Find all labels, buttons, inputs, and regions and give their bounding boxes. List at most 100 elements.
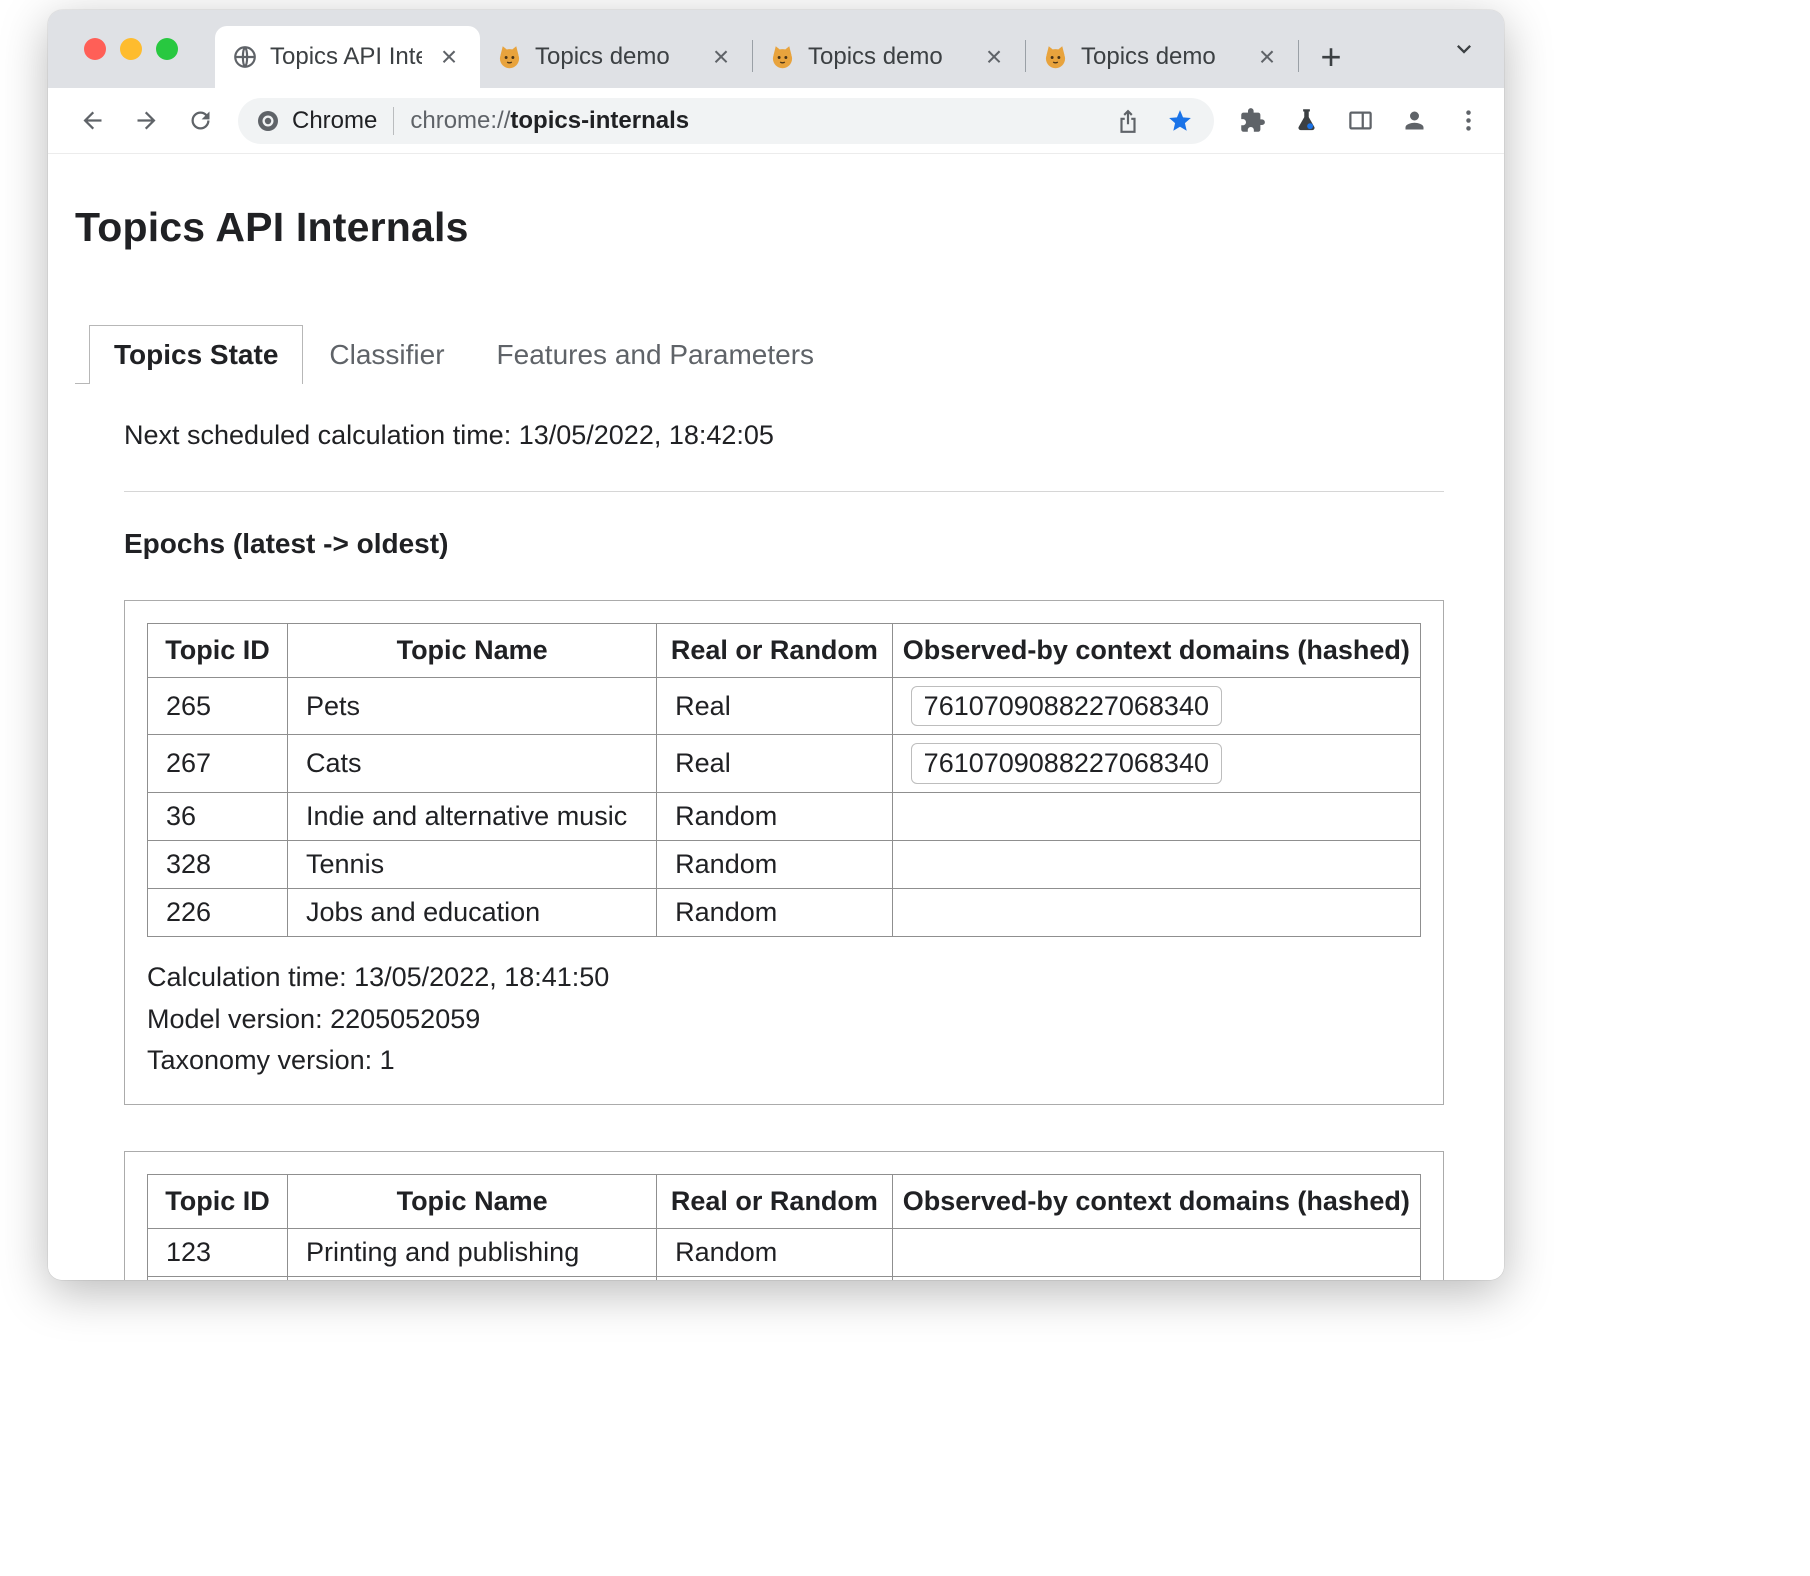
close-tab-icon[interactable]: ×: [434, 42, 464, 72]
new-tab-button[interactable]: +: [1309, 35, 1353, 79]
extensions-button[interactable]: [1228, 97, 1276, 145]
next-calculation-text: Next scheduled calculation time: 13/05/2…: [124, 420, 1444, 451]
close-window-button[interactable]: [84, 38, 106, 60]
page-tab-bar: Topics State Classifier Features and Par…: [89, 325, 1444, 384]
observed-domains-cell: 7610709088227068340: [892, 678, 1420, 735]
tab-title: Topics demo: [808, 43, 967, 71]
puzzle-icon: [1239, 107, 1266, 134]
topic-name-cell: Cats: [288, 735, 657, 792]
forward-button[interactable]: [122, 97, 170, 145]
topic-name-cell: Tennis: [288, 840, 657, 888]
topics-table-2: Topic ID Topic Name Real or Random Obser…: [147, 1174, 1421, 1280]
topic-name-cell: Fibre and textile arts: [288, 1277, 657, 1280]
table-header-row: Topic ID Topic Name Real or Random Obser…: [148, 1175, 1421, 1229]
topic-id-cell: 123: [148, 1229, 288, 1277]
col-observed-domains: Observed-by context domains (hashed): [892, 624, 1420, 678]
address-bar[interactable]: Chrome chrome://topics-internals: [238, 98, 1214, 144]
flask-icon: [1293, 107, 1320, 134]
tab-title: Topics demo: [1081, 43, 1240, 71]
tab-topics-state[interactable]: Topics State: [89, 325, 303, 384]
close-tab-icon[interactable]: ×: [706, 42, 736, 72]
side-panel-button[interactable]: [1336, 97, 1384, 145]
omnibox-divider: [393, 107, 394, 135]
topic-id-cell: 328: [148, 840, 288, 888]
observed-domains-cell: 7610709088227068340: [892, 735, 1420, 792]
close-tab-icon[interactable]: ×: [1252, 42, 1282, 72]
col-real-or-random: Real or Random: [657, 1175, 893, 1229]
real-or-random-cell: Random: [657, 840, 893, 888]
star-icon: [1167, 108, 1193, 134]
topic-name-cell: Indie and alternative music: [288, 792, 657, 840]
col-real-or-random: Real or Random: [657, 624, 893, 678]
reload-button[interactable]: [176, 97, 224, 145]
table-row: 123 Printing and publishing Random: [148, 1229, 1421, 1277]
real-or-random-cell: Random: [657, 1229, 893, 1277]
real-or-random-cell: Real: [657, 678, 893, 735]
col-topic-id: Topic ID: [148, 1175, 288, 1229]
divider: [124, 491, 1444, 492]
col-observed-domains: Observed-by context domains (hashed): [892, 1175, 1420, 1229]
tab-strip: Topics API Internals × Topics demo ×: [48, 10, 1504, 88]
tab-topics-demo-1[interactable]: Topics demo ×: [480, 26, 752, 88]
bookmark-star-button[interactable]: [1160, 101, 1200, 141]
observed-domains-cell: [892, 1277, 1420, 1280]
topic-id-cell: 226: [148, 888, 288, 936]
avatar-icon: [1401, 107, 1428, 134]
real-or-random-cell: Random: [657, 888, 893, 936]
topic-id-cell: 200: [148, 1277, 288, 1280]
table-row: 226 Jobs and education Random: [148, 888, 1421, 936]
side-panel-icon: [1347, 107, 1374, 134]
epoch-metadata: Calculation time: 13/05/2022, 18:41:50 M…: [147, 957, 1421, 1083]
taxonomy-version-text: Taxonomy version: 1: [147, 1040, 1421, 1082]
model-version-text: Model version: 2205052059: [147, 999, 1421, 1041]
minimize-window-button[interactable]: [120, 38, 142, 60]
tab-classifier[interactable]: Classifier: [303, 326, 470, 384]
forward-icon: [133, 107, 160, 134]
close-tab-icon[interactable]: ×: [979, 42, 1009, 72]
epoch-panel-2: Topic ID Topic Name Real or Random Obser…: [124, 1151, 1444, 1280]
calculation-time-text: Calculation time: 13/05/2022, 18:41:50: [147, 957, 1421, 999]
real-or-random-cell: Random: [657, 792, 893, 840]
cat-icon: [496, 44, 523, 71]
menu-button[interactable]: [1444, 97, 1492, 145]
table-row: 328 Tennis Random: [148, 840, 1421, 888]
topic-name-cell: Jobs and education: [288, 888, 657, 936]
table-row: 36 Indie and alternative music Random: [148, 792, 1421, 840]
real-or-random-cell: Random: [657, 1277, 893, 1280]
observed-domains-cell: [892, 888, 1420, 936]
back-button[interactable]: [68, 97, 116, 145]
profile-button[interactable]: [1390, 97, 1438, 145]
window-controls: [48, 38, 215, 60]
topic-name-cell: Pets: [288, 678, 657, 735]
three-dots-icon: [1455, 107, 1482, 134]
tab-topics-demo-3[interactable]: Topics demo ×: [1026, 26, 1298, 88]
globe-icon: [231, 44, 258, 71]
col-topic-id: Topic ID: [148, 624, 288, 678]
tab-title: Topics demo: [535, 43, 694, 71]
labs-button[interactable]: [1282, 97, 1330, 145]
zoom-window-button[interactable]: [156, 38, 178, 60]
epochs-heading: Epochs (latest -> oldest): [124, 528, 1444, 560]
table-row: 267 Cats Real 7610709088227068340: [148, 735, 1421, 792]
browser-toolbar: Chrome chrome://topics-internals: [48, 88, 1504, 154]
observed-domains-hash[interactable]: 7610709088227068340: [911, 743, 1222, 783]
tab-topics-api-internals[interactable]: Topics API Internals ×: [215, 26, 480, 88]
col-topic-name: Topic Name: [288, 1175, 657, 1229]
observed-domains-cell: [892, 1229, 1420, 1277]
share-icon: [1115, 108, 1141, 134]
page-content: Topics API Internals Topics State Classi…: [48, 154, 1504, 1280]
topics-table-1: Topic ID Topic Name Real or Random Obser…: [147, 623, 1421, 937]
table-row: 200 Fibre and textile arts Random: [148, 1277, 1421, 1280]
epoch-panel-1: Topic ID Topic Name Real or Random Obser…: [124, 600, 1444, 1105]
topic-id-cell: 265: [148, 678, 288, 735]
observed-domains-cell: [892, 792, 1420, 840]
tab-topics-demo-2[interactable]: Topics demo ×: [753, 26, 1025, 88]
back-icon: [79, 107, 106, 134]
share-button[interactable]: [1108, 101, 1148, 141]
url-text: chrome://topics-internals: [410, 107, 689, 135]
tab-features-and-parameters[interactable]: Features and Parameters: [471, 326, 841, 384]
observed-domains-hash[interactable]: 7610709088227068340: [911, 686, 1222, 726]
tab-search-chevron-icon[interactable]: [1444, 29, 1484, 69]
tab-title: Topics API Internals: [270, 43, 422, 71]
url-scheme: chrome://: [410, 107, 510, 134]
